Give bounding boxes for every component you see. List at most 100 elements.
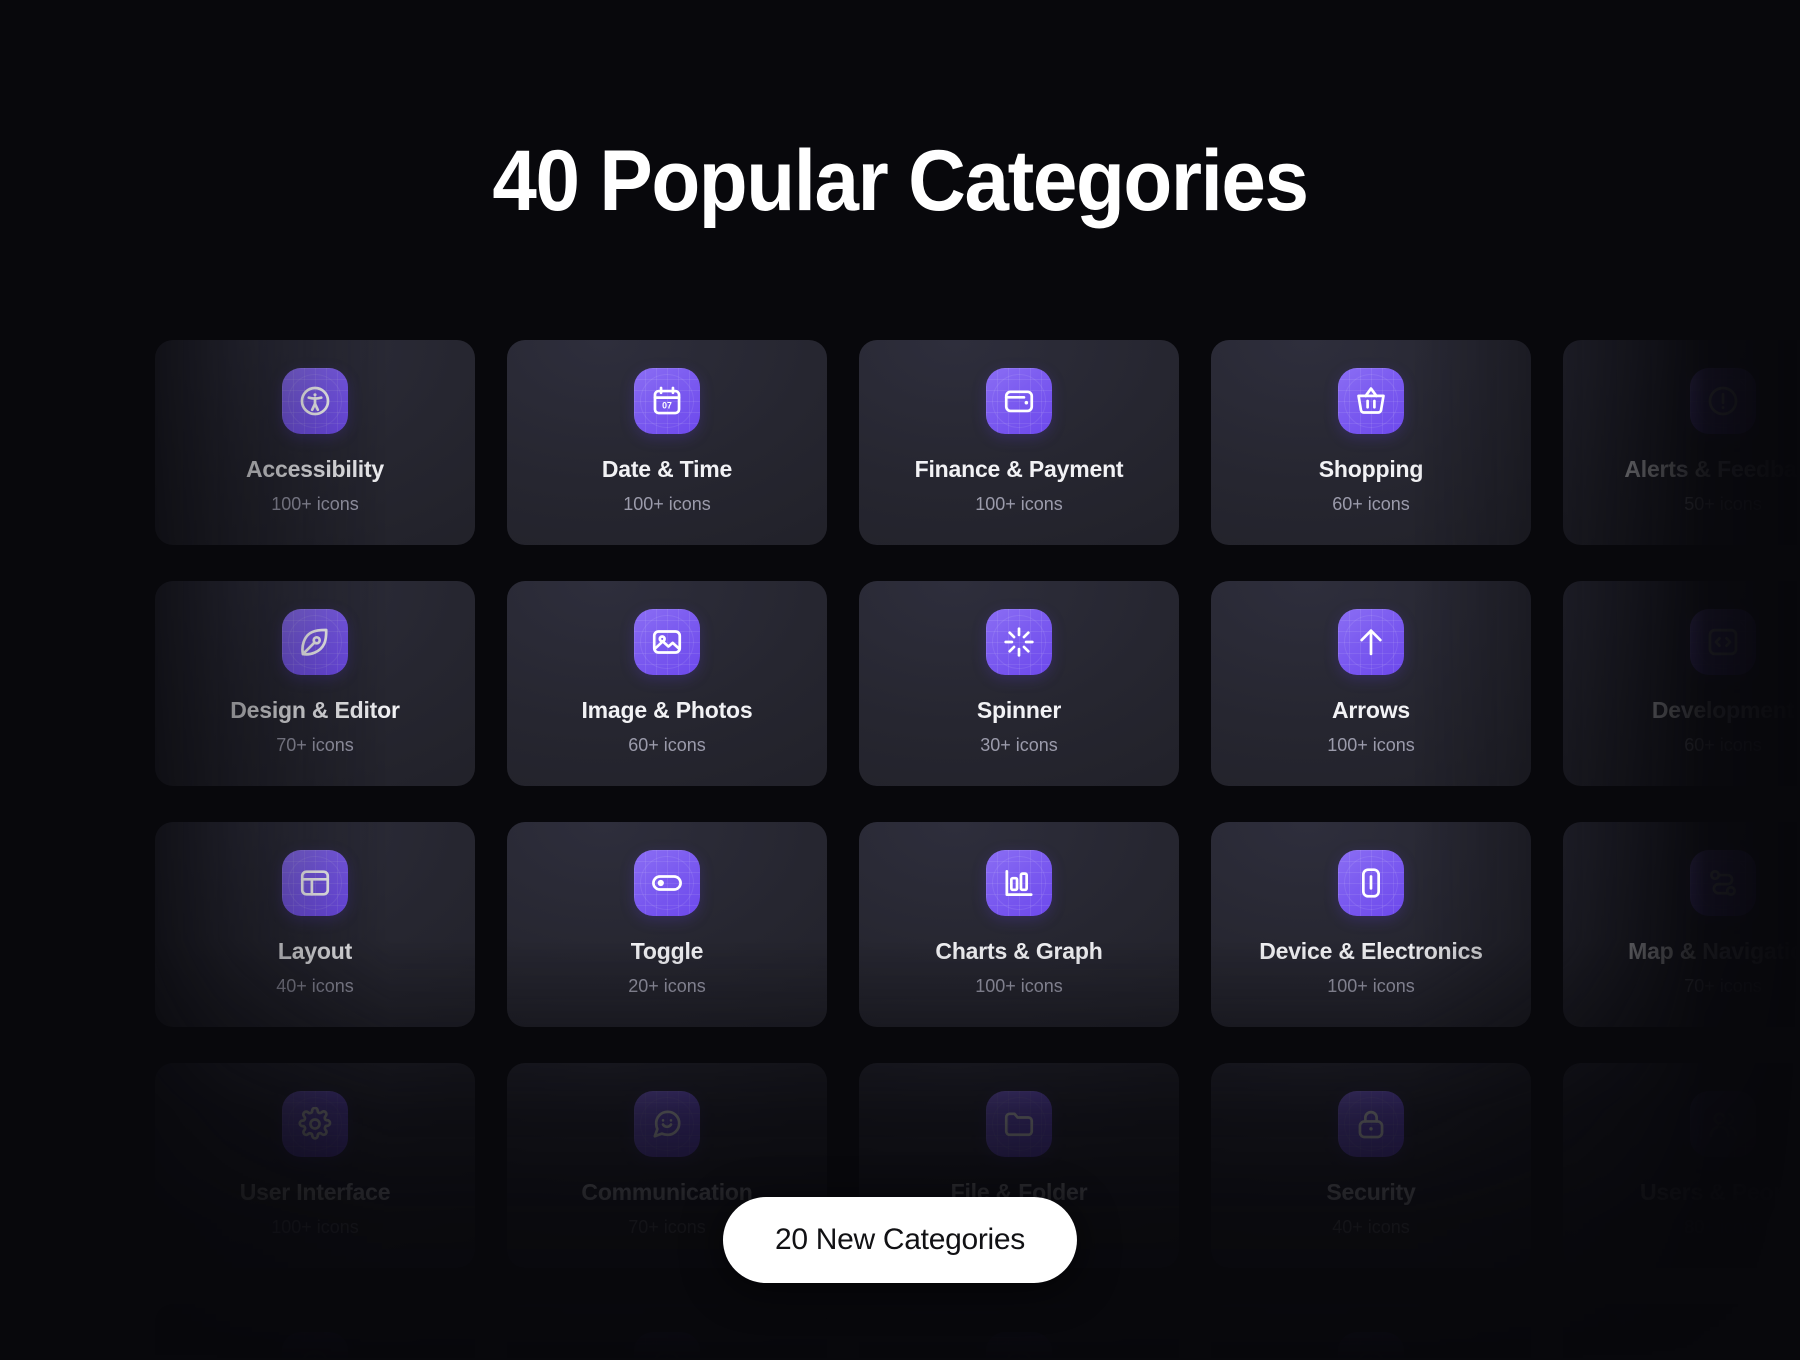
calendar-icon: 07 bbox=[653, 386, 681, 415]
basket-icon bbox=[1357, 387, 1385, 414]
category-card-count: 70+ icons bbox=[1684, 976, 1762, 996]
accessibility-icon bbox=[1709, 1350, 1737, 1360]
category-icon-tile bbox=[1338, 1091, 1404, 1157]
category-card-layout[interactable]: Layout 40+ icons bbox=[155, 822, 475, 1027]
category-card-count: 100+ icons bbox=[271, 1217, 359, 1237]
category-card-count: 80+ icons bbox=[1684, 1217, 1762, 1237]
category-card-title: Communication bbox=[581, 1179, 753, 1205]
category-icon-tile bbox=[986, 850, 1052, 916]
category-icon-tile bbox=[1690, 368, 1756, 434]
category-card-count: 40+ icons bbox=[1332, 1217, 1410, 1237]
category-card-count: 100+ icons bbox=[623, 494, 711, 514]
category-card-security[interactable]: Security 40+ icons bbox=[1211, 1063, 1531, 1268]
category-card-row5-e[interactable] bbox=[1563, 1304, 1800, 1360]
category-card-charts-graph[interactable]: Charts & Graph 100+ icons bbox=[859, 822, 1179, 1027]
category-icon-tile bbox=[1338, 1332, 1404, 1360]
accessibility-icon bbox=[301, 1350, 329, 1360]
folder-icon bbox=[1004, 1112, 1034, 1137]
category-icon-tile bbox=[1690, 1091, 1756, 1157]
alert-circle-icon bbox=[1708, 386, 1738, 416]
category-card-title: Arrows bbox=[1331, 697, 1411, 723]
category-card-title: Development bbox=[1651, 697, 1795, 723]
pen-icon bbox=[301, 628, 328, 656]
wallet-icon bbox=[1004, 390, 1034, 413]
layout-icon bbox=[300, 870, 330, 896]
category-card-row5-a[interactable] bbox=[155, 1304, 475, 1360]
category-icon-tile bbox=[634, 1091, 700, 1157]
category-card-title: Date & Time bbox=[601, 456, 733, 482]
category-card-count: 100+ icons bbox=[1327, 735, 1415, 755]
category-card-design-editor[interactable]: Design & Editor 70+ icons bbox=[155, 581, 475, 786]
category-icon-tile bbox=[282, 1332, 348, 1360]
category-card-accessibility[interactable]: Accessibility 100+ icons bbox=[155, 340, 475, 545]
category-card-finance-payment[interactable]: Finance & Payment 100+ icons bbox=[859, 340, 1179, 545]
category-icon-tile bbox=[986, 368, 1052, 434]
chat-smile-icon bbox=[653, 1110, 681, 1138]
category-card-row5-c[interactable] bbox=[859, 1304, 1179, 1360]
category-card-count: 40+ icons bbox=[276, 976, 354, 996]
category-icon-tile bbox=[986, 1332, 1052, 1360]
category-card-row5-b[interactable] bbox=[507, 1304, 827, 1360]
users-icon bbox=[1709, 1112, 1738, 1137]
category-card-title: Design & Editor bbox=[230, 697, 400, 723]
category-card-device-electronics[interactable]: Device & Electronics 100+ icons bbox=[1211, 822, 1531, 1027]
category-card-title: Alerts & Feedback bbox=[1624, 456, 1800, 482]
category-card-toggle[interactable]: Toggle 20+ icons bbox=[507, 822, 827, 1027]
category-card-title: Users & People bbox=[1640, 1179, 1800, 1205]
arrow-up-icon bbox=[1360, 629, 1382, 656]
category-icon-tile bbox=[1338, 368, 1404, 434]
category-card-title: Charts & Graph bbox=[935, 938, 1103, 964]
category-card-shopping[interactable]: Shopping 60+ icons bbox=[1211, 340, 1531, 545]
accessibility-icon bbox=[653, 1350, 681, 1360]
category-card-count: 100+ icons bbox=[975, 976, 1063, 996]
category-icon-tile bbox=[1338, 850, 1404, 916]
category-card-title: Map & Navigation bbox=[1628, 938, 1800, 964]
category-card-count: 60+ icons bbox=[1684, 735, 1762, 755]
category-icon-tile bbox=[282, 850, 348, 916]
category-card-title: Security bbox=[1326, 1179, 1416, 1205]
page-root: 40 Popular Categories Accessibility 100+ … bbox=[0, 0, 1800, 1360]
code-icon bbox=[1708, 628, 1738, 656]
category-card-development[interactable]: Development 60+ icons bbox=[1563, 581, 1800, 786]
category-card-alerts-feedback[interactable]: Alerts & Feedback 50+ icons bbox=[1563, 340, 1800, 545]
category-card-users-people[interactable]: Users & People 80+ icons bbox=[1563, 1063, 1800, 1268]
category-icon-tile bbox=[634, 1332, 700, 1360]
category-icon-tile bbox=[634, 850, 700, 916]
category-icon-tile bbox=[986, 609, 1052, 675]
category-card-date-time[interactable]: 07 Date & Time 100+ icons bbox=[507, 340, 827, 545]
toggle-icon bbox=[652, 875, 682, 891]
gear-icon bbox=[298, 1107, 332, 1140]
accessibility-icon bbox=[1357, 1350, 1385, 1360]
category-card-spinner[interactable]: Spinner 30+ icons bbox=[859, 581, 1179, 786]
category-card-count: 60+ icons bbox=[628, 735, 706, 755]
category-card-count: 100+ icons bbox=[975, 494, 1063, 514]
category-icon-tile bbox=[282, 609, 348, 675]
category-card-arrows[interactable]: Arrows 100+ icons bbox=[1211, 581, 1531, 786]
route-icon bbox=[1710, 870, 1736, 896]
category-card-count: 100+ icons bbox=[271, 494, 359, 514]
new-categories-button-label: 20 New Categories bbox=[774, 1223, 1026, 1256]
page-title: 40 Popular Categories bbox=[492, 133, 1309, 229]
category-card-count: 60+ icons bbox=[1332, 494, 1410, 514]
category-card-count: 30+ icons bbox=[980, 735, 1058, 755]
new-categories-button[interactable]: 20 New Categories bbox=[722, 1197, 1078, 1283]
category-icon-tile bbox=[1690, 850, 1756, 916]
category-card-user-interface[interactable]: User Interface 100+ icons bbox=[155, 1063, 475, 1268]
category-card-image-photos[interactable]: Image & Photos 60+ icons bbox=[507, 581, 827, 786]
category-icon-tile bbox=[1690, 1332, 1756, 1360]
category-card-map-navigation[interactable]: Map & Navigation 70+ icons bbox=[1563, 822, 1800, 1027]
category-card-title: User Interface bbox=[239, 1179, 391, 1205]
category-icon-tile: 07 bbox=[634, 368, 700, 434]
accessibility-icon bbox=[1005, 1350, 1033, 1360]
accessibility-icon bbox=[300, 386, 330, 416]
image-icon bbox=[652, 630, 682, 654]
category-icon-tile bbox=[1690, 609, 1756, 675]
category-icon-tile bbox=[282, 1091, 348, 1157]
lock-icon bbox=[1358, 1110, 1384, 1139]
battery-icon bbox=[1362, 868, 1380, 898]
category-card-title: Spinner bbox=[976, 697, 1062, 723]
category-card-count: 50+ icons bbox=[1684, 494, 1762, 514]
category-card-title: Device & Electronics bbox=[1259, 938, 1483, 964]
category-card-title: Shopping bbox=[1318, 456, 1424, 482]
category-card-row5-d[interactable] bbox=[1211, 1304, 1531, 1360]
